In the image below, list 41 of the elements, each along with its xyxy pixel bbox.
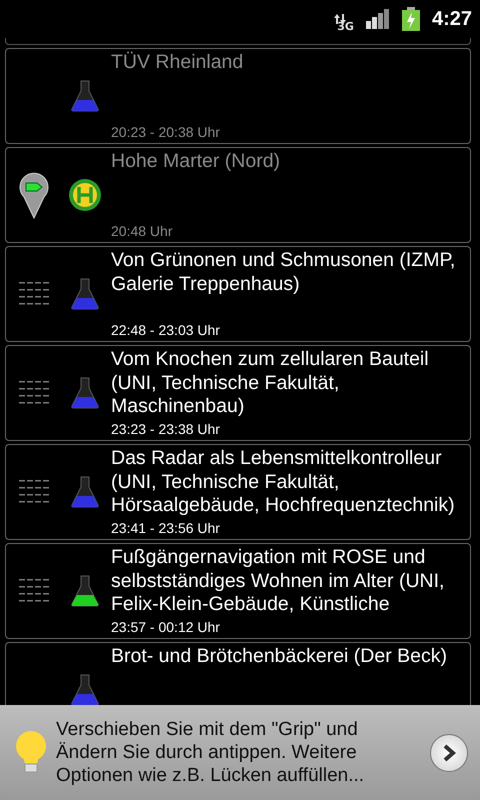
network-type: 3G — [337, 20, 354, 32]
list-card[interactable]: Das Radar als Lebensmittelkontrolleur (UNI, Technische Fakultät, Hörsaalgebäude, Hochfrequenztechnik) 23:41 - 23:56 Uhr — [5, 444, 471, 540]
event-time: 22:48 - 23:03 Uhr — [111, 321, 221, 339]
event-title: Brot- und Brötchenbäckerei (Der Beck) — [111, 645, 448, 668]
flask-icon — [71, 575, 99, 607]
event-time: 23:41 - 23:56 Uhr — [111, 519, 221, 537]
event-title: Von Grünonen und Schmusonen (IZMP, Galerie Treppenhaus) — [111, 249, 456, 296]
lightbulb-icon — [14, 730, 48, 776]
event-time: 23:57 - 00:12 Uhr — [111, 618, 221, 636]
list-card[interactable]: TÜV Rheinland 20:23 - 20:38 Uhr — [5, 48, 471, 144]
event-title: TÜV Rheinland — [111, 51, 244, 74]
event-title: Fußgängernavigation mit ROSE und selbstständiges Wohnen im Alter (UNI, Felix-Klein-Gebäude, Künstliche — [111, 546, 446, 616]
list-card[interactable]: Von Grünonen und Schmusonen (IZMP, Galerie Treppenhaus) 22:48 - 23:03 Uhr — [5, 246, 471, 342]
next-button[interactable] — [430, 734, 468, 772]
grip-icon[interactable] — [18, 578, 50, 604]
flask-icon — [71, 278, 99, 310]
battery-charging-icon — [402, 7, 420, 31]
signal-icon — [366, 9, 390, 29]
flask-icon — [71, 80, 99, 112]
flask-icon — [71, 476, 99, 508]
event-title: Vom Knochen zum zellularen Bauteil (UNI, Technische Fakultät, Maschinenbau) — [111, 348, 430, 418]
clock: 4:27 — [432, 8, 472, 30]
event-title: Das Radar als Lebensmittelkontrolleur (UNI, Technische Fakultät, Hörsaalgebäude, Hochfrequenztechnik) — [111, 447, 456, 518]
list-card[interactable]: Fußgängernavigation mit ROSE und selbstständiges Wohnen im Alter (UNI, Felix-Klein-Gebäude, Künstliche 23:57 - 00:12 Uhr — [5, 543, 471, 639]
grip-icon[interactable] — [18, 479, 50, 505]
event-time: 23:23 - 23:38 Uhr — [111, 420, 221, 438]
event-time: 20:23 - 20:38 Uhr — [111, 123, 221, 141]
list-card[interactable]: Brot- und Brötchenbäckerei (Der Beck) — [5, 642, 471, 705]
map-pin-icon — [18, 171, 50, 219]
event-time: 20:48 Uhr — [111, 222, 174, 240]
event-title: Hohe Marter (Nord) — [111, 150, 282, 174]
chevron-right-icon — [442, 744, 456, 762]
list-card[interactable]: Vom Knochen zum zellularen Bauteil (UNI, Technische Fakultät, Maschinenbau) 23:23 - 23:38 Uhr — [5, 345, 471, 441]
list-card[interactable] — [5, 38, 471, 45]
list-card[interactable]: Hohe Marter (Nord) 20:48 Uhr — [5, 147, 471, 243]
bus-stop-icon — [68, 178, 102, 212]
grip-icon[interactable] — [18, 380, 50, 406]
flask-icon — [71, 377, 99, 409]
flask-icon — [71, 674, 99, 705]
hint-text: Verschieben Sie mit dem "Grip" und Ändern Sie durch antippen. Weitere Optionen wie z.B. Lücken auffüllen... — [56, 718, 366, 787]
grip-icon[interactable] — [18, 281, 50, 307]
